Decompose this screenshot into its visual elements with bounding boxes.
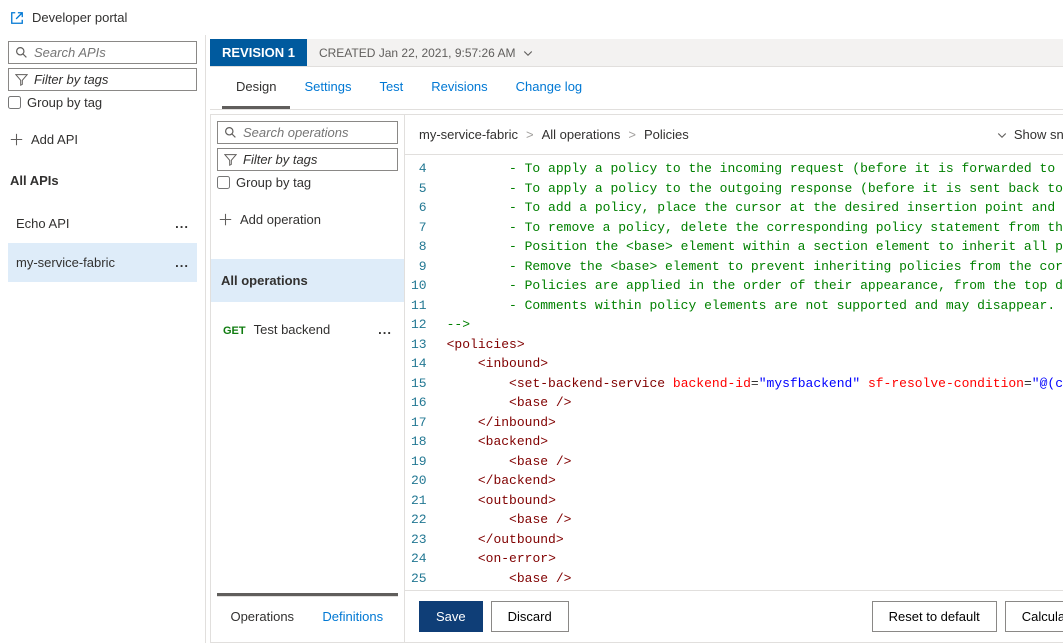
developer-portal-label: Developer portal xyxy=(32,10,127,25)
breadcrumb-segment[interactable]: All operations xyxy=(542,127,621,142)
more-icon[interactable]: ... xyxy=(175,216,189,231)
breadcrumb-separator: > xyxy=(526,127,534,142)
operations-panel: Filter by tags Group by tag Add operatio… xyxy=(210,114,405,643)
api-detail-panel: REVISION 1 CREATED Jan 22, 2021, 9:57:26… xyxy=(205,35,1063,643)
api-item[interactable]: my-service-fabric... xyxy=(8,243,197,282)
search-icon xyxy=(15,46,28,59)
chevron-down-icon xyxy=(522,47,534,59)
operations-definition-tabs: OperationsDefinitions xyxy=(217,593,398,636)
ops-group-by-tag-checkbox[interactable] xyxy=(217,176,230,189)
filter-tags-box[interactable]: Filter by tags xyxy=(8,68,197,91)
ops-filter-tags-label: Filter by tags xyxy=(243,152,317,167)
operation-name: Test backend xyxy=(254,322,331,337)
add-api-label: Add API xyxy=(31,132,78,147)
code-content[interactable]: - To apply a policy to the incoming requ… xyxy=(439,155,1063,590)
breadcrumb-separator: > xyxy=(628,127,636,142)
api-list-panel: Filter by tags Group by tag Add API All … xyxy=(0,35,205,643)
code-editor[interactable]: 4567891011121314151617181920212223242526… xyxy=(405,155,1063,590)
discard-button[interactable]: Discard xyxy=(491,601,569,632)
search-operations-box[interactable] xyxy=(217,121,398,144)
mid-tab-definitions[interactable]: Definitions xyxy=(308,596,399,636)
tab-test[interactable]: Test xyxy=(365,67,417,109)
all-apis-heading: All APIs xyxy=(8,169,197,192)
breadcrumb: my-service-fabric > All operations > Policie… xyxy=(419,127,689,142)
developer-portal-link[interactable]: Developer portal xyxy=(0,0,1063,35)
more-icon[interactable]: ... xyxy=(378,322,392,337)
external-link-icon xyxy=(10,11,24,25)
more-icon[interactable]: ... xyxy=(175,255,189,270)
line-gutter: 4567891011121314151617181920212223242526… xyxy=(405,155,439,590)
save-button[interactable]: Save xyxy=(419,601,483,632)
group-by-tag-row[interactable]: Group by tag xyxy=(8,95,197,110)
plus-icon xyxy=(10,133,23,146)
add-api-link[interactable]: Add API xyxy=(8,128,197,151)
revision-created[interactable]: CREATED Jan 22, 2021, 9:57:26 AM xyxy=(307,40,546,66)
revision-bar: REVISION 1 CREATED Jan 22, 2021, 9:57:26… xyxy=(210,39,1063,67)
breadcrumb-segment[interactable]: my-service-fabric xyxy=(419,127,518,142)
breadcrumb-segment: Policies xyxy=(644,127,689,142)
tab-change-log[interactable]: Change log xyxy=(502,67,597,109)
api-item-label: my-service-fabric xyxy=(16,255,115,270)
calculate-policy-button[interactable]: Calculate effective policy xyxy=(1005,601,1063,632)
api-item[interactable]: Echo API... xyxy=(8,204,197,243)
policy-editor-panel: my-service-fabric > All operations > Policie… xyxy=(405,114,1063,643)
tab-revisions[interactable]: Revisions xyxy=(417,67,501,109)
search-apis-box[interactable] xyxy=(8,41,197,64)
http-method-badge: GET xyxy=(223,325,246,337)
plus-icon xyxy=(219,213,232,226)
add-operation-link[interactable]: Add operation xyxy=(217,208,398,231)
show-snippets-button[interactable]: Show snippets xyxy=(996,127,1063,142)
chevron-down-icon xyxy=(996,129,1008,141)
all-operations-item[interactable]: All operations xyxy=(211,259,404,302)
group-by-tag-checkbox[interactable] xyxy=(8,96,21,109)
search-apis-input[interactable] xyxy=(34,45,212,60)
filter-icon xyxy=(224,153,237,166)
api-tabs: DesignSettingsTestRevisionsChange log xyxy=(210,67,1063,110)
ops-group-by-tag-row[interactable]: Group by tag xyxy=(217,175,398,190)
operation-item[interactable]: GET Test backend... xyxy=(217,312,398,347)
reset-default-button[interactable]: Reset to default xyxy=(872,601,997,632)
revision-badge[interactable]: REVISION 1 xyxy=(210,39,307,66)
search-operations-input[interactable] xyxy=(243,125,421,140)
filter-tags-label: Filter by tags xyxy=(34,72,108,87)
search-icon xyxy=(224,126,237,139)
mid-tab-operations[interactable]: Operations xyxy=(217,596,308,636)
ops-filter-tags-box[interactable]: Filter by tags xyxy=(217,148,398,171)
tab-settings[interactable]: Settings xyxy=(290,67,365,109)
tab-design[interactable]: Design xyxy=(222,67,290,109)
group-by-tag-label: Group by tag xyxy=(27,95,102,110)
api-item-label: Echo API xyxy=(16,216,69,231)
filter-icon xyxy=(15,73,28,86)
show-snippets-label: Show snippets xyxy=(1014,127,1063,142)
revision-created-label: CREATED Jan 22, 2021, 9:57:26 AM xyxy=(319,46,516,60)
add-operation-label: Add operation xyxy=(240,212,321,227)
ops-group-by-tag-label: Group by tag xyxy=(236,175,311,190)
